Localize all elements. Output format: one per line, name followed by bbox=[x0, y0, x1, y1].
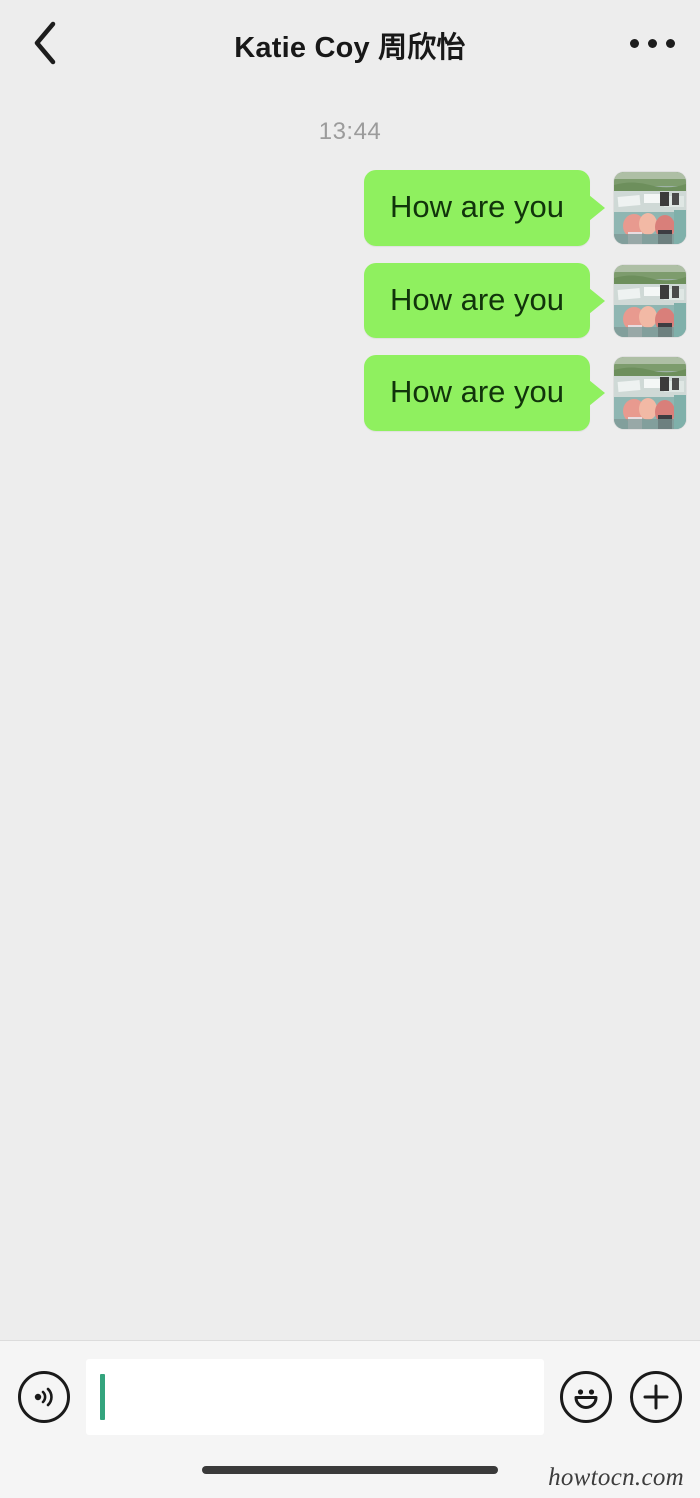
input-action-icons bbox=[560, 1370, 682, 1423]
system-footer: howtocn.com bbox=[0, 1452, 700, 1498]
message-list: 13:44 How are you How are you How are yo… bbox=[0, 90, 700, 1340]
message-row: How are you bbox=[0, 355, 700, 432]
ellipsis-dot bbox=[665, 38, 675, 48]
watermark: howtocn.com bbox=[548, 1464, 684, 1491]
chat-header: Katie Coy 周欣怡 bbox=[0, 0, 700, 90]
plus-circle-icon bbox=[640, 1381, 672, 1413]
chat-screen: Katie Coy 周欣怡 13:44 How are you How are … bbox=[0, 0, 700, 1498]
avatar[interactable] bbox=[614, 171, 686, 244]
ellipsis-horizontal-icon bbox=[629, 38, 639, 48]
back-button[interactable] bbox=[14, 12, 76, 74]
message-bubble-wrapper: How are you bbox=[363, 355, 686, 432]
message-input-field[interactable] bbox=[86, 1358, 544, 1435]
home-indicator[interactable] bbox=[202, 1466, 498, 1474]
message-text: How are you bbox=[389, 281, 564, 317]
message-text: How are you bbox=[389, 189, 564, 224]
voice-input-button[interactable] bbox=[18, 1370, 70, 1423]
message-input-bar bbox=[0, 1340, 700, 1452]
text-caret bbox=[100, 1373, 105, 1420]
message-timestamp: 13:44 bbox=[318, 118, 382, 145]
avatar[interactable] bbox=[614, 264, 686, 337]
message-bubble[interactable]: How are you bbox=[363, 262, 590, 339]
page-title: Katie Coy 周欣怡 bbox=[234, 32, 466, 64]
more-options-button[interactable] bbox=[622, 14, 682, 72]
avatar[interactable] bbox=[614, 357, 686, 430]
message-text: How are you bbox=[389, 374, 564, 410]
emoji-button[interactable] bbox=[560, 1370, 612, 1423]
message-bubble-wrapper: How are you bbox=[363, 170, 686, 246]
message-row: How are you bbox=[0, 170, 700, 246]
chevron-left-icon bbox=[31, 20, 59, 66]
voice-wave-icon bbox=[29, 1382, 59, 1412]
smiley-face-icon bbox=[569, 1380, 603, 1414]
message-bubble[interactable]: How are you bbox=[363, 355, 590, 432]
ellipsis-dot bbox=[647, 38, 657, 48]
message-row: How are you bbox=[0, 262, 700, 339]
message-bubble[interactable]: How are you bbox=[363, 170, 590, 246]
add-attachment-button[interactable] bbox=[630, 1370, 682, 1423]
message-bubble-wrapper: How are you bbox=[363, 262, 686, 339]
